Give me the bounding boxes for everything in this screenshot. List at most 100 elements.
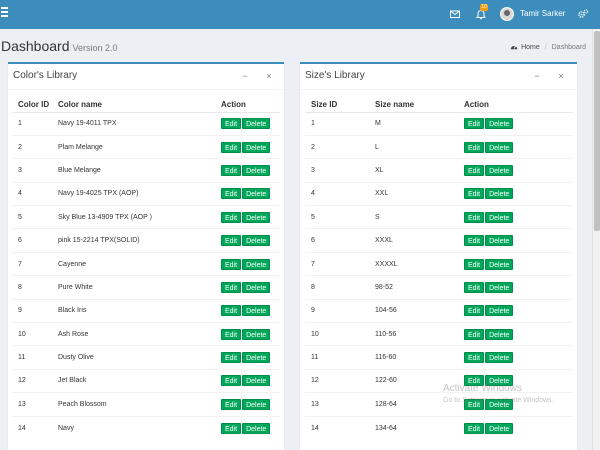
edit-button[interactable]: Edit [221, 258, 242, 270]
edit-button[interactable]: Edit [221, 422, 242, 434]
row-name: 134-64 [369, 415, 458, 440]
row-actions: Edit Delete [458, 228, 573, 253]
delete-button[interactable]: Delete [242, 375, 271, 387]
delete-button[interactable]: Delete [242, 164, 271, 176]
table-row: 11 116-60 Edit Delete [305, 345, 573, 370]
delete-button[interactable]: Delete [485, 164, 514, 176]
delete-button[interactable]: Delete [485, 258, 514, 270]
hamburger-menu-icon[interactable] [1, 7, 8, 19]
minimize-icon[interactable]: − [532, 71, 542, 81]
edit-button[interactable]: Edit [464, 188, 485, 200]
row-id: 14 [12, 415, 52, 440]
table-row: 10 Ash Rose Edit Delete [12, 322, 280, 346]
edit-button[interactable]: Edit [464, 141, 485, 153]
colors-table: Color ID Color name Action 1 Navy 19-4011… [12, 98, 280, 440]
delete-button[interactable]: Delete [242, 118, 271, 130]
gears-icon[interactable] [577, 8, 589, 20]
edit-button[interactable]: Edit [221, 305, 242, 317]
delete-button[interactable]: Delete [485, 118, 514, 130]
delete-button[interactable]: Delete [485, 188, 514, 200]
edit-button[interactable]: Edit [464, 258, 485, 270]
edit-button[interactable]: Edit [221, 375, 242, 387]
delete-button[interactable]: Delete [485, 281, 514, 293]
delete-button[interactable]: Delete [242, 305, 271, 317]
delete-button[interactable]: Delete [242, 188, 271, 200]
edit-button[interactable]: Edit [221, 211, 242, 223]
delete-button[interactable]: Delete [242, 258, 271, 270]
delete-button[interactable]: Delete [485, 422, 514, 434]
edit-button[interactable]: Edit [464, 118, 485, 130]
row-id: 7 [12, 251, 52, 276]
row-id: 12 [12, 368, 52, 393]
row-actions: Edit Delete [215, 205, 280, 229]
delete-button[interactable]: Delete [485, 235, 514, 247]
delete-button[interactable]: Delete [242, 211, 271, 223]
edit-button[interactable]: Edit [221, 188, 242, 200]
minimize-icon[interactable]: − [240, 71, 250, 81]
breadcrumb-home[interactable]: Home [521, 44, 540, 51]
row-actions: Edit Delete [458, 134, 573, 159]
delete-button[interactable]: Delete [485, 211, 514, 223]
edit-button[interactable]: Edit [221, 118, 242, 130]
row-actions: Edit Delete [215, 322, 280, 346]
table-row: 3 XL Edit Delete [305, 158, 573, 183]
close-icon[interactable]: × [556, 71, 566, 81]
delete-button[interactable]: Delete [485, 305, 514, 317]
row-name: 110-56 [369, 322, 458, 346]
delete-button[interactable]: Delete [485, 328, 514, 340]
delete-button[interactable]: Delete [242, 398, 271, 410]
delete-button[interactable]: Delete [242, 352, 271, 364]
table-row: 2 L Edit Delete [305, 134, 573, 159]
delete-button[interactable]: Delete [485, 141, 514, 153]
table-row: 7 XXXXL Edit Delete [305, 251, 573, 276]
page-scrollbar[interactable] [592, 29, 600, 450]
row-actions: Edit Delete [215, 298, 280, 323]
edit-button[interactable]: Edit [221, 328, 242, 340]
edit-button[interactable]: Edit [464, 235, 485, 247]
edit-button[interactable]: Edit [221, 281, 242, 293]
row-actions: Edit Delete [458, 251, 573, 276]
row-actions: Edit Delete [458, 345, 573, 370]
row-name: Peach Blossom [52, 392, 215, 417]
edit-button[interactable]: Edit [464, 164, 485, 176]
delete-button[interactable]: Delete [242, 328, 271, 340]
table-row: 13 Peach Blossom Edit Delete [12, 392, 280, 417]
row-id: 6 [12, 228, 52, 253]
close-icon[interactable]: × [264, 71, 274, 81]
scrollbar-thumb[interactable] [594, 31, 600, 231]
envelope-icon[interactable] [449, 8, 461, 20]
row-name: Ash Rose [52, 322, 215, 346]
edit-button[interactable]: Edit [464, 305, 485, 317]
edit-button[interactable]: Edit [221, 398, 242, 410]
row-name: Blue Melange [52, 158, 215, 183]
edit-button[interactable]: Edit [464, 281, 485, 293]
edit-button[interactable]: Edit [464, 211, 485, 223]
avatar[interactable] [500, 7, 514, 21]
table-row: 6 pink 15-2214 TPX(SOLID) Edit Delete [12, 228, 280, 253]
table-row: 4 Navy 19-4025 TPX (AOP) Edit Delete [12, 181, 280, 206]
watermark-subtitle: Go to Settings to activate Windows. [443, 397, 554, 404]
delete-button[interactable]: Delete [485, 352, 514, 364]
row-actions: Edit Delete [458, 111, 573, 136]
box-header: Size's Library − × [300, 64, 577, 90]
column-header: Size ID [305, 98, 369, 113]
delete-button[interactable]: Delete [242, 422, 271, 434]
row-actions: Edit Delete [215, 345, 280, 370]
row-id: 14 [305, 415, 369, 440]
row-actions: Edit Delete [215, 134, 280, 159]
edit-button[interactable]: Edit [464, 352, 485, 364]
edit-button[interactable]: Edit [221, 164, 242, 176]
edit-button[interactable]: Edit [464, 422, 485, 434]
edit-button[interactable]: Edit [464, 328, 485, 340]
edit-button[interactable]: Edit [221, 352, 242, 364]
user-name[interactable]: Tamir Sarker [520, 9, 565, 18]
table-header-row: Color ID Color name Action [12, 98, 280, 113]
edit-button[interactable]: Edit [221, 235, 242, 247]
delete-button[interactable]: Delete [242, 281, 271, 293]
delete-button[interactable]: Delete [242, 141, 271, 153]
row-id: 3 [305, 158, 369, 183]
edit-button[interactable]: Edit [221, 141, 242, 153]
row-id: 2 [305, 134, 369, 159]
delete-button[interactable]: Delete [242, 235, 271, 247]
table-row: 1 M Edit Delete [305, 111, 573, 136]
